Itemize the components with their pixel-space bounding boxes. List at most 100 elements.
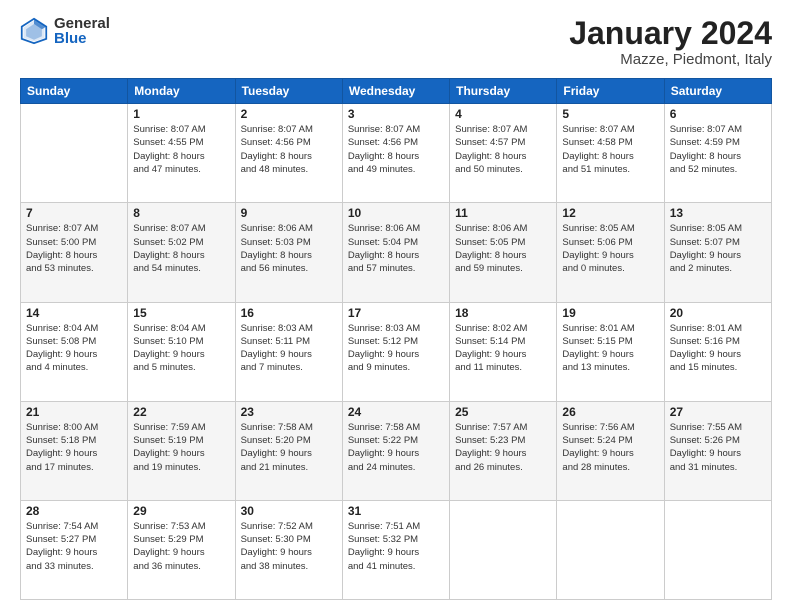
day-info: Sunrise: 8:07 AMSunset: 5:00 PMDaylight:… [26,222,122,275]
table-row: 29 Sunrise: 7:53 AMSunset: 5:29 PMDayligh… [128,500,235,599]
table-row: 13 Sunrise: 8:05 AMSunset: 5:07 PMDayligh… [664,203,771,302]
day-number: 23 [241,405,337,419]
day-info: Sunrise: 8:00 AMSunset: 5:18 PMDaylight:… [26,421,122,474]
table-row: 16 Sunrise: 8:03 AMSunset: 5:11 PMDayligh… [235,302,342,401]
table-row: 22 Sunrise: 7:59 AMSunset: 5:19 PMDayligh… [128,401,235,500]
weekday-header-row: Sunday Monday Tuesday Wednesday Thursday… [21,79,772,104]
day-info: Sunrise: 7:58 AMSunset: 5:22 PMDaylight:… [348,421,444,474]
calendar-week-row: 1 Sunrise: 8:07 AMSunset: 4:55 PMDaylight… [21,104,772,203]
day-number: 12 [562,206,658,220]
day-number: 24 [348,405,444,419]
day-info: Sunrise: 8:01 AMSunset: 5:16 PMDaylight:… [670,322,766,375]
day-number: 4 [455,107,551,121]
header-sunday: Sunday [21,79,128,104]
day-info: Sunrise: 8:07 AMSunset: 4:55 PMDaylight:… [133,123,229,176]
table-row: 30Sunrise: 7:52 AMSunset: 5:30 PMDayligh… [235,500,342,599]
day-number: 22 [133,405,229,419]
logo: General Blue [20,16,110,46]
header-wednesday: Wednesday [342,79,449,104]
day-info: Sunrise: 8:06 AMSunset: 5:03 PMDaylight:… [241,222,337,275]
table-row: 20 Sunrise: 8:01 AMSunset: 5:16 PMDayligh… [664,302,771,401]
day-number: 1 [133,107,229,121]
day-info: Sunrise: 8:07 AMSunset: 4:56 PMDaylight:… [348,123,444,176]
header-thursday: Thursday [450,79,557,104]
table-row [664,500,771,599]
table-row: 24 Sunrise: 7:58 AMSunset: 5:22 PMDayligh… [342,401,449,500]
day-info: Sunrise: 8:07 AMSunset: 4:56 PMDaylight:… [241,123,337,176]
day-number: 25 [455,405,551,419]
logo-general-text: General [54,16,110,31]
day-info: Sunrise: 7:54 AMSunset: 5:27 PMDaylight:… [26,520,122,573]
day-number: 31 [348,504,444,518]
location: Mazze, Piedmont, Italy [569,51,772,68]
table-row: 9Sunrise: 8:06 AMSunset: 5:03 PMDaylight… [235,203,342,302]
table-row: 1 Sunrise: 8:07 AMSunset: 4:55 PMDaylight… [128,104,235,203]
day-number: 20 [670,306,766,320]
day-number: 7 [26,206,122,220]
day-info: Sunrise: 8:03 AMSunset: 5:12 PMDaylight:… [348,322,444,375]
day-number: 2 [241,107,337,121]
day-info: Sunrise: 8:01 AMSunset: 5:15 PMDaylight:… [562,322,658,375]
table-row: 3 Sunrise: 8:07 AMSunset: 4:56 PMDaylight… [342,104,449,203]
table-row: 5Sunrise: 8:07 AMSunset: 4:58 PMDaylight… [557,104,664,203]
table-row: 6Sunrise: 8:07 AMSunset: 4:59 PMDaylight… [664,104,771,203]
header: General Blue January 2024 Mazze, Piedmon… [20,16,772,68]
day-number: 21 [26,405,122,419]
calendar-table: Sunday Monday Tuesday Wednesday Thursday… [20,78,772,600]
header-saturday: Saturday [664,79,771,104]
header-monday: Monday [128,79,235,104]
logo-blue-text: Blue [54,31,110,46]
day-info: Sunrise: 8:06 AMSunset: 5:05 PMDaylight:… [455,222,551,275]
table-row: 17Sunrise: 8:03 AMSunset: 5:12 PMDayligh… [342,302,449,401]
logo-text: General Blue [54,16,110,46]
table-row: 27Sunrise: 7:55 AMSunset: 5:26 PMDayligh… [664,401,771,500]
day-info: Sunrise: 7:55 AMSunset: 5:26 PMDaylight:… [670,421,766,474]
day-info: Sunrise: 7:56 AMSunset: 5:24 PMDaylight:… [562,421,658,474]
table-row: 18 Sunrise: 8:02 AMSunset: 5:14 PMDayligh… [450,302,557,401]
day-number: 13 [670,206,766,220]
table-row: 23 Sunrise: 7:58 AMSunset: 5:20 PMDayligh… [235,401,342,500]
day-number: 19 [562,306,658,320]
day-number: 10 [348,206,444,220]
day-info: Sunrise: 8:03 AMSunset: 5:11 PMDaylight:… [241,322,337,375]
table-row [21,104,128,203]
day-info: Sunrise: 8:04 AMSunset: 5:10 PMDaylight:… [133,322,229,375]
calendar-week-row: 7 Sunrise: 8:07 AMSunset: 5:00 PMDaylight… [21,203,772,302]
day-info: Sunrise: 8:02 AMSunset: 5:14 PMDaylight:… [455,322,551,375]
day-info: Sunrise: 8:05 AMSunset: 5:07 PMDaylight:… [670,222,766,275]
day-info: Sunrise: 8:04 AMSunset: 5:08 PMDaylight:… [26,322,122,375]
table-row: 10 Sunrise: 8:06 AMSunset: 5:04 PMDayligh… [342,203,449,302]
table-row: 11 Sunrise: 8:06 AMSunset: 5:05 PMDayligh… [450,203,557,302]
table-row [450,500,557,599]
day-number: 3 [348,107,444,121]
day-number: 11 [455,206,551,220]
table-row: 26 Sunrise: 7:56 AMSunset: 5:24 PMDayligh… [557,401,664,500]
day-info: Sunrise: 8:07 AMSunset: 4:57 PMDaylight:… [455,123,551,176]
day-number: 14 [26,306,122,320]
day-info: Sunrise: 8:07 AMSunset: 5:02 PMDaylight:… [133,222,229,275]
day-info: Sunrise: 7:58 AMSunset: 5:20 PMDaylight:… [241,421,337,474]
header-friday: Friday [557,79,664,104]
calendar-week-row: 21 Sunrise: 8:00 AMSunset: 5:18 PMDayligh… [21,401,772,500]
title-block: January 2024 Mazze, Piedmont, Italy [569,16,772,68]
day-info: Sunrise: 7:53 AMSunset: 5:29 PMDaylight:… [133,520,229,573]
day-number: 5 [562,107,658,121]
table-row: 7 Sunrise: 8:07 AMSunset: 5:00 PMDaylight… [21,203,128,302]
table-row: 21 Sunrise: 8:00 AMSunset: 5:18 PMDayligh… [21,401,128,500]
day-info: Sunrise: 7:57 AMSunset: 5:23 PMDaylight:… [455,421,551,474]
table-row: 28 Sunrise: 7:54 AMSunset: 5:27 PMDayligh… [21,500,128,599]
table-row: 25 Sunrise: 7:57 AMSunset: 5:23 PMDayligh… [450,401,557,500]
table-row: 8Sunrise: 8:07 AMSunset: 5:02 PMDaylight… [128,203,235,302]
day-number: 29 [133,504,229,518]
calendar-week-row: 14 Sunrise: 8:04 AMSunset: 5:08 PMDayligh… [21,302,772,401]
day-info: Sunrise: 8:06 AMSunset: 5:04 PMDaylight:… [348,222,444,275]
day-number: 18 [455,306,551,320]
day-number: 26 [562,405,658,419]
day-number: 28 [26,504,122,518]
logo-icon [20,17,48,45]
day-number: 30 [241,504,337,518]
table-row: 14 Sunrise: 8:04 AMSunset: 5:08 PMDayligh… [21,302,128,401]
day-number: 16 [241,306,337,320]
header-tuesday: Tuesday [235,79,342,104]
day-info: Sunrise: 7:59 AMSunset: 5:19 PMDaylight:… [133,421,229,474]
